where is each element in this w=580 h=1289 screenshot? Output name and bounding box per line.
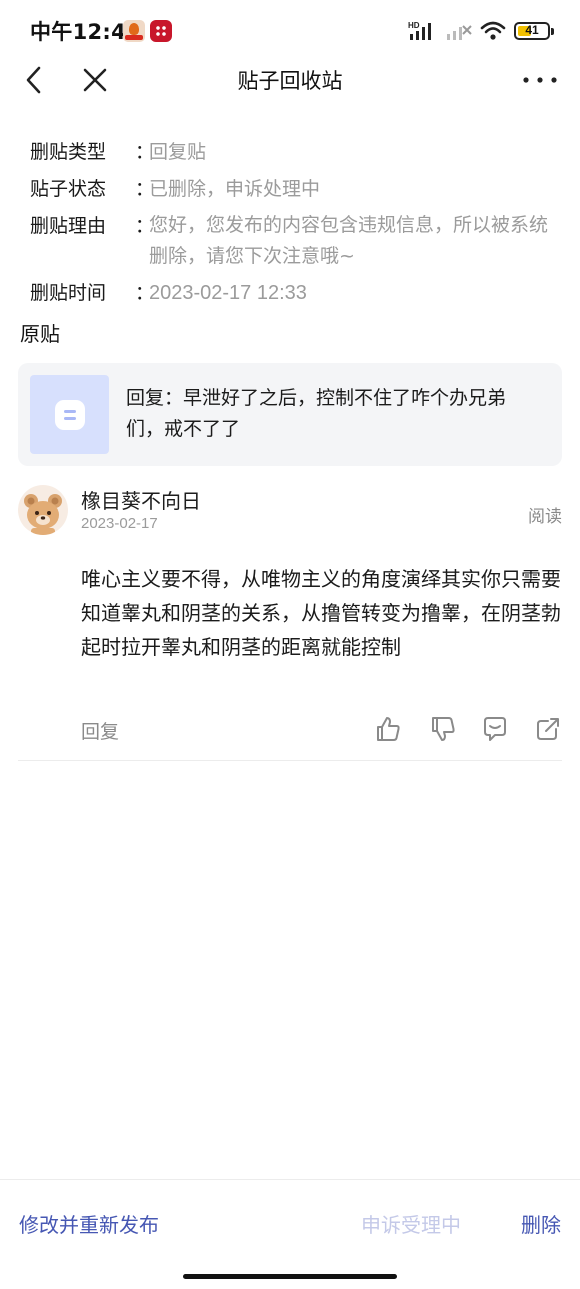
status-label: 贴子状态: [30, 178, 107, 200]
thumbs-up-icon[interactable]: [374, 715, 402, 743]
info-row-status: 贴子状态 ： 已删除，申诉处理中: [30, 173, 565, 205]
type-label: 删贴类型: [30, 141, 107, 163]
comment-icon[interactable]: [481, 715, 509, 743]
battery-level: 41: [525, 23, 539, 37]
info-row-type: 删贴类型 ： 回复贴: [30, 136, 565, 168]
username[interactable]: 橡目葵不向日: [81, 485, 201, 514]
share-icon[interactable]: [534, 715, 562, 743]
reply-content: 唯心主义要不得，从唯物主义的角度演绎其实你只需要知道睾丸和阴茎的关系，从撸管转变…: [81, 567, 561, 659]
wifi-icon: [480, 21, 506, 40]
thumbs-down-icon[interactable]: [429, 715, 457, 743]
edit-and-repost-button[interactable]: 修改并重新发布: [19, 1209, 159, 1238]
nav-bar: 贴子回收站: [0, 55, 580, 105]
separator: ：: [135, 141, 155, 163]
reason-value: 您好，您发布的内容包含违规信息，所以被系统删除，请您下次注意哦~: [149, 214, 549, 267]
deletion-info: 删贴类型 ： 回复贴 贴子状态 ： 已删除，申诉处理中 删贴理由 ： 您好，您发…: [30, 136, 565, 314]
delete-button[interactable]: 删除: [521, 1209, 561, 1238]
reply-actions: 回复: [81, 713, 562, 747]
type-value: 回复贴: [149, 141, 207, 163]
separator: ：: [135, 215, 155, 237]
more-options-icon[interactable]: [522, 65, 558, 95]
separator: ：: [135, 282, 155, 304]
separator: ：: [135, 178, 155, 200]
reply-date: 2023-02-17: [81, 515, 158, 532]
appeal-status-button: 申诉受理中: [361, 1213, 461, 1237]
close-icon[interactable]: [80, 65, 110, 95]
placeholder-image-icon: [54, 399, 85, 430]
status-bar: 中午12:46 HD 41: [0, 0, 580, 60]
avatar[interactable]: [18, 485, 68, 535]
time-label: 删贴时间: [30, 282, 107, 304]
cellular-signal-icon: HD: [408, 21, 431, 40]
reply-button[interactable]: 回复: [81, 717, 119, 744]
time-value: 2023-02-17 12:33: [149, 282, 307, 304]
original-post-heading: 原贴: [20, 322, 60, 346]
home-indicator[interactable]: [183, 1274, 397, 1279]
info-row-reason: 删贴理由 ： 您好，您发布的内容包含违规信息，所以被系统删除，请您下次注意哦~: [30, 210, 565, 272]
bear-avatar-icon: [24, 494, 62, 535]
info-row-time: 删贴时间 ： 2023-02-17 12:33: [30, 277, 565, 309]
app-notification-icon: [123, 20, 145, 42]
network-hd-label: HD: [408, 21, 420, 30]
read-button[interactable]: 阅读: [528, 502, 562, 527]
cellular-signal-weak-icon: [447, 25, 472, 40]
original-post-card[interactable]: 回复：早泄好了之后，控制不住了咋个办兄弟们，戒不了了: [18, 363, 562, 466]
status-indicators: HD 41: [408, 18, 554, 44]
bottom-action-bar: 修改并重新发布 申诉受理中 删除: [0, 1180, 580, 1270]
back-arrow-icon[interactable]: [22, 65, 52, 95]
divider: [18, 760, 562, 761]
app-notification-icon-2: [150, 20, 172, 42]
post-thumbnail: [30, 375, 109, 454]
status-value: 已删除，申诉处理中: [149, 178, 321, 200]
battery-icon: 41: [514, 22, 554, 40]
reason-label: 删贴理由: [30, 215, 107, 237]
original-post-text: 回复：早泄好了之后，控制不住了咋个办兄弟们，戒不了了: [126, 387, 507, 440]
